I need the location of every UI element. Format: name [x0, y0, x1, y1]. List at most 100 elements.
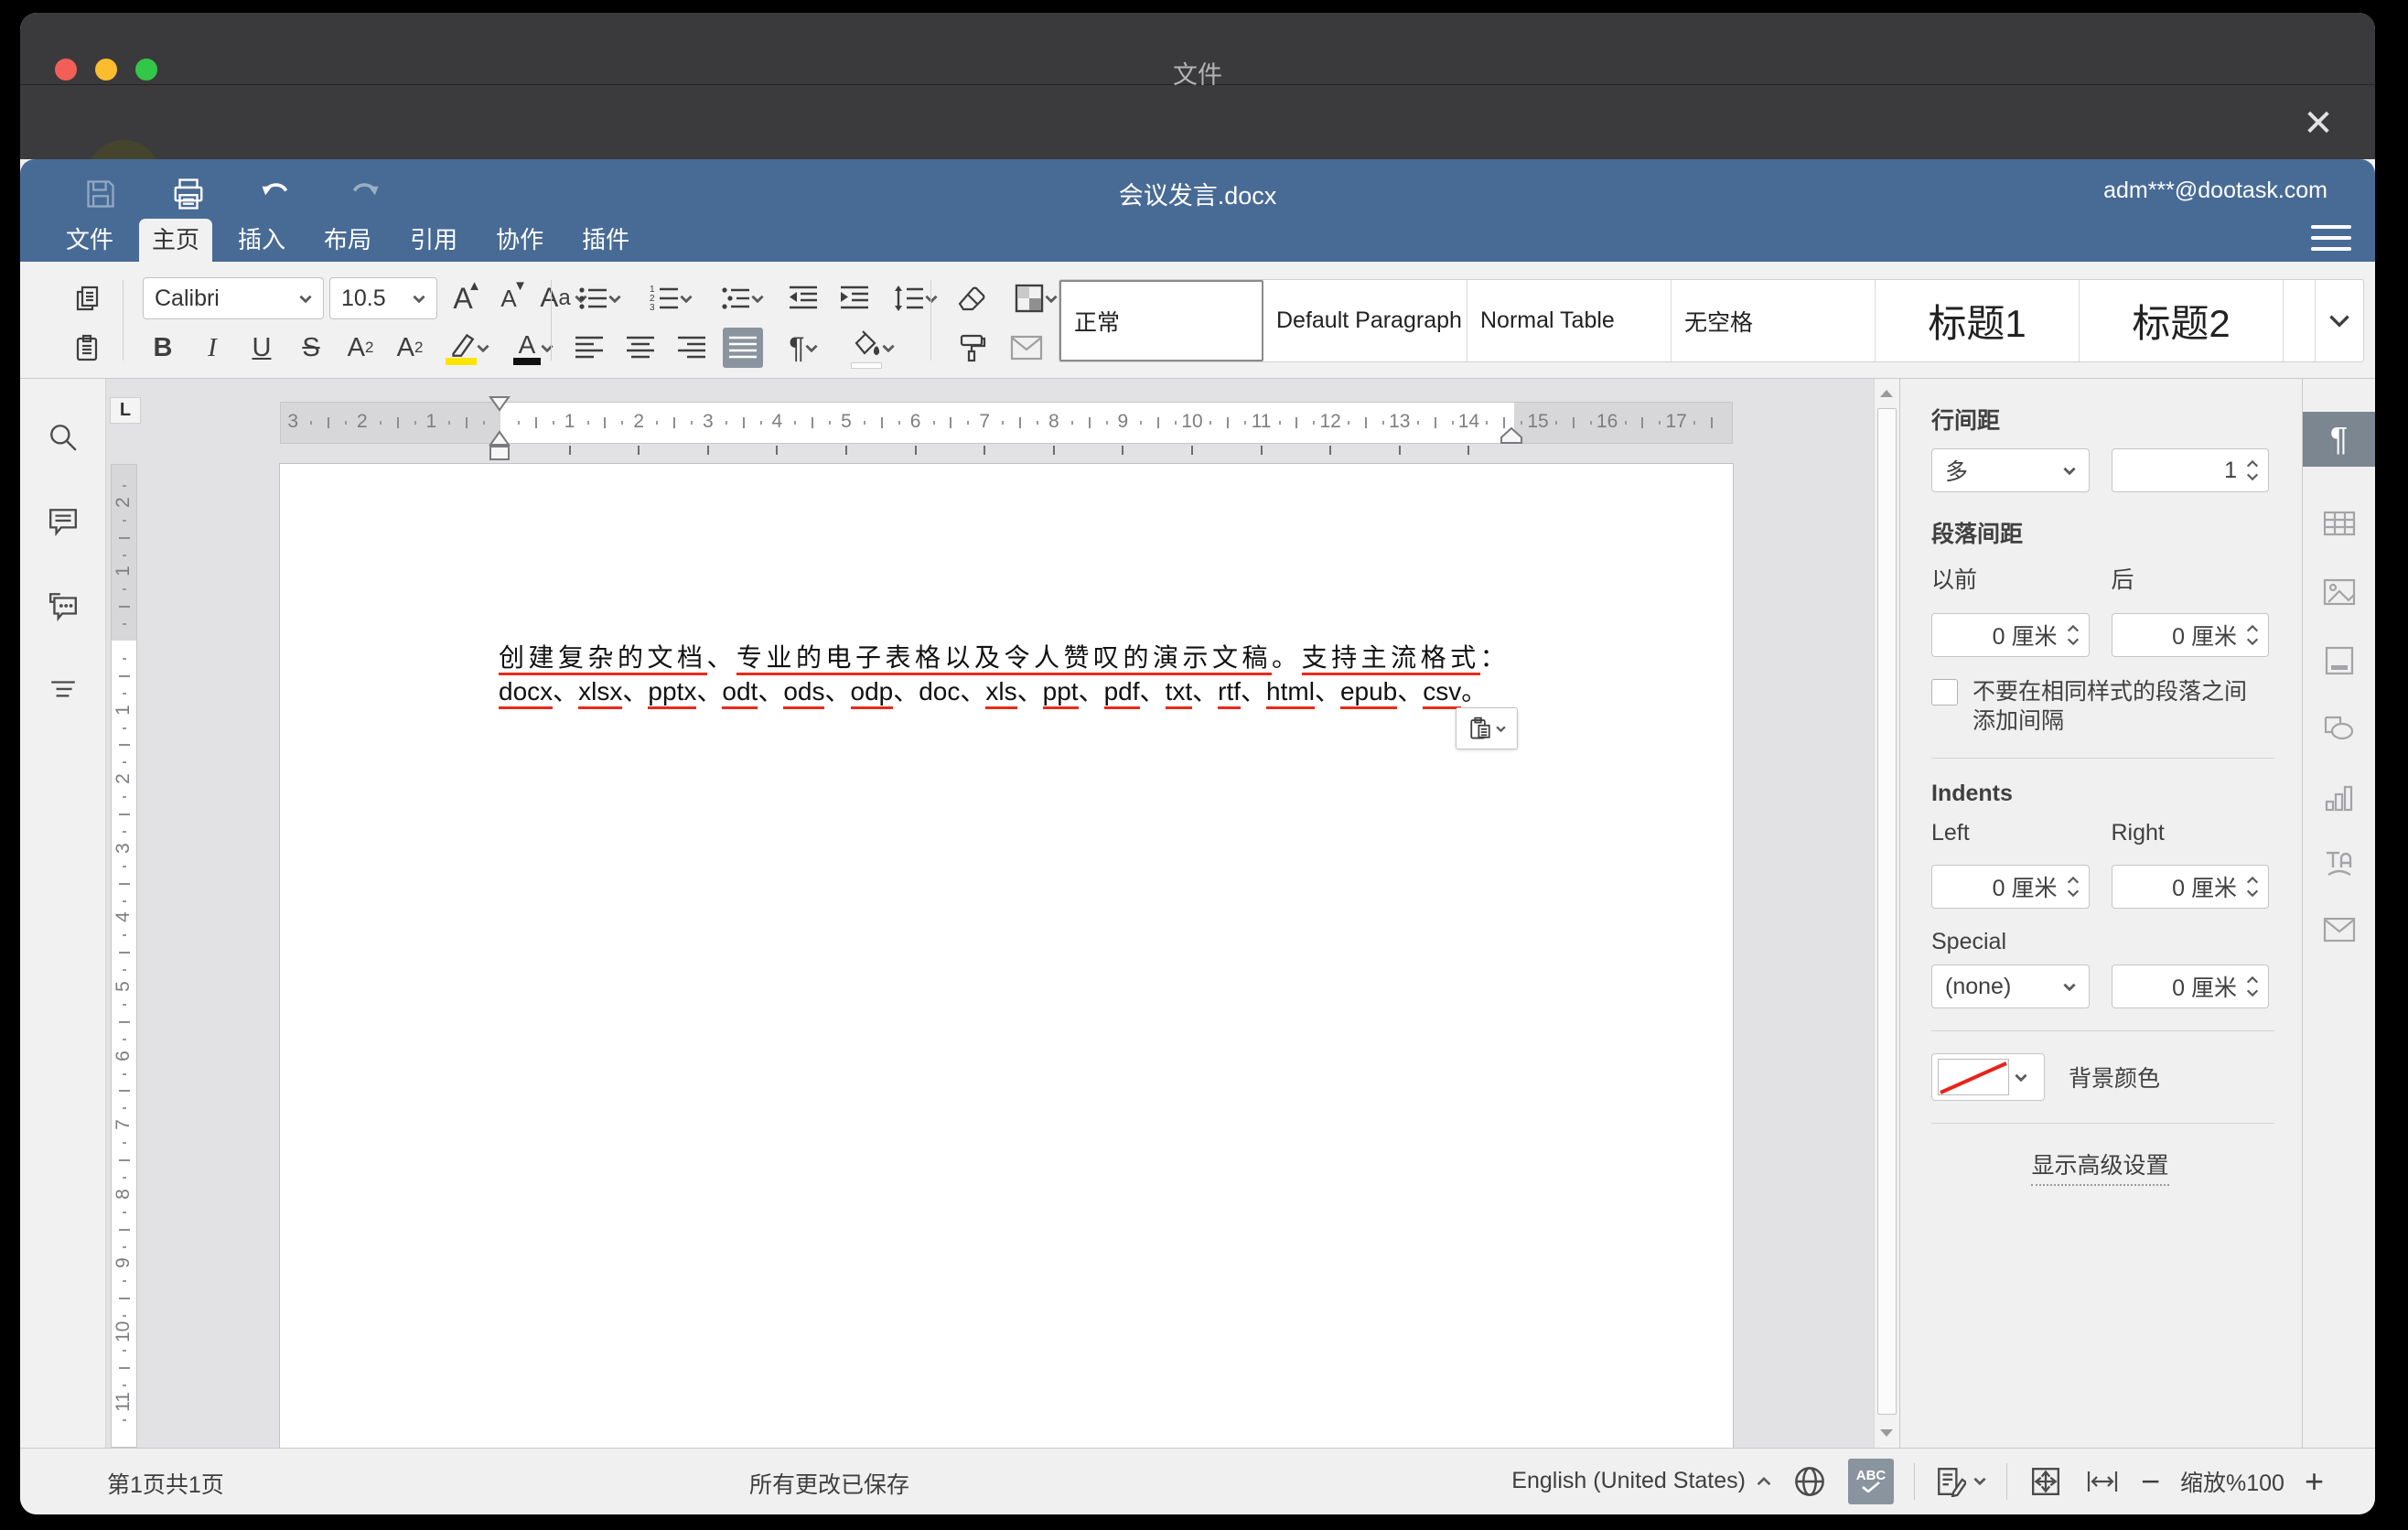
zoom-out-icon[interactable]: − [2141, 1465, 2160, 1498]
copy-style-roller-icon[interactable] [951, 328, 992, 368]
multilevel-list-icon[interactable] [712, 278, 772, 318]
gallery-expand-icon[interactable] [2316, 280, 2363, 361]
style-no-spacing[interactable]: 无空格 [1672, 280, 1876, 361]
indents-label: Indents [1931, 781, 2269, 807]
account-email[interactable]: adm***@dootask.com [2103, 178, 2327, 204]
tab-collaboration[interactable]: 协作 [483, 219, 556, 262]
paragraph-settings-icon[interactable]: ¶ [2303, 412, 2375, 467]
style-normal[interactable]: 正常 [1059, 280, 1263, 361]
ruler-tick [123, 866, 126, 867]
page-count-status[interactable]: 第1页共1页 [107, 1467, 224, 1500]
comment-icon[interactable] [41, 500, 85, 544]
image-settings-icon[interactable] [2303, 565, 2375, 620]
set-language-globe-icon[interactable] [1791, 1461, 1828, 1502]
bold-icon[interactable]: B [143, 328, 183, 368]
tab-layout[interactable]: 布局 [311, 219, 384, 262]
paste-icon[interactable] [68, 328, 108, 368]
table-shading-icon[interactable] [1006, 278, 1065, 318]
zoom-in-icon[interactable]: + [2305, 1465, 2324, 1498]
scrollbar-thumb[interactable] [1877, 408, 1897, 1415]
align-justify-icon[interactable] [723, 328, 763, 368]
ribbon-tabs: 文件 主页 插入 布局 引用 协作 插件 [53, 219, 642, 262]
line-spacing-type-select[interactable]: 多 [1931, 448, 2090, 492]
increase-font-icon[interactable]: A ▲ [443, 278, 483, 318]
underline-icon[interactable]: U [242, 328, 282, 368]
font-size-select[interactable]: 10.5 [329, 277, 437, 319]
scroll-down-icon[interactable] [1876, 1422, 1896, 1444]
no-space-between-checkbox[interactable] [1931, 679, 1958, 706]
special-by-spinner[interactable]: 0 厘米 [2112, 964, 2270, 1008]
align-center-icon[interactable] [620, 328, 661, 368]
document-text: 创建复杂的文档、专业的电子表格以及令人赞叹的演示文稿。支持主流格式： docx、… [499, 641, 1516, 708]
mail-merge-icon[interactable] [1006, 328, 1047, 368]
special-by-value: 0 厘米 [2172, 970, 2237, 1003]
highlight-color-icon[interactable] [439, 328, 496, 368]
increase-indent-icon[interactable] [834, 278, 875, 318]
scroll-up-icon[interactable] [1876, 382, 1896, 404]
style-heading1[interactable]: 标题1 [1876, 280, 2080, 361]
decrease-indent-icon[interactable] [783, 278, 823, 318]
fit-width-icon[interactable] [2084, 1461, 2121, 1502]
chart-settings-icon[interactable] [2303, 770, 2375, 825]
bullet-list-icon[interactable] [569, 278, 629, 318]
tab-plugins[interactable]: 插件 [569, 219, 642, 262]
style-normal-table[interactable]: Normal Table [1467, 280, 1672, 361]
zoom-level[interactable]: 缩放%100 [2180, 1465, 2284, 1498]
tab-stop-selector[interactable]: L [110, 397, 141, 424]
ruler-tick [1365, 417, 1367, 428]
ruler-tick [1295, 417, 1297, 428]
vertical-ruler[interactable]: 211234567891011 [111, 464, 137, 1448]
align-left-icon[interactable] [569, 328, 609, 368]
decrease-font-icon[interactable]: A ▼ [489, 278, 529, 318]
indent-left-spinner[interactable]: 0 厘米 [1931, 865, 2090, 909]
advanced-settings-link[interactable]: 显示高级设置 [2031, 1148, 2168, 1186]
navigation-icon[interactable] [41, 668, 85, 712]
document-page[interactable]: 创建复杂的文档、专业的电子表格以及令人赞叹的演示文稿。支持主流格式： docx、… [280, 464, 1733, 1448]
indent-marker[interactable] [486, 395, 513, 474]
track-changes-icon[interactable] [1935, 1461, 1986, 1502]
numbered-list-icon[interactable]: 123 [640, 278, 701, 318]
nonprinting-chars-icon[interactable]: ¶ [774, 328, 833, 368]
table-settings-icon[interactable] [2303, 496, 2375, 551]
language-select[interactable]: English (United States) [1511, 1461, 1771, 1502]
fit-page-icon[interactable] [2027, 1461, 2064, 1502]
vertical-scrollbar[interactable] [1874, 379, 1899, 1448]
tab-references[interactable]: 引用 [397, 219, 470, 262]
tab-insert[interactable]: 插入 [225, 219, 298, 262]
tab-home[interactable]: 主页 [139, 219, 212, 262]
left-sidebar [20, 379, 106, 1448]
textart-settings-icon[interactable] [2303, 836, 2375, 891]
background-color-swatch[interactable] [1931, 1053, 2045, 1101]
line-spacing-value-spinner[interactable]: 1 [2112, 448, 2270, 492]
right-indent-marker[interactable] [1500, 426, 1523, 445]
spacing-after-spinner[interactable]: 0 厘米 [2112, 613, 2270, 657]
chat-icon[interactable] [41, 584, 85, 628]
font-name-select[interactable]: Calibri [143, 277, 324, 319]
mailmerge-settings-icon[interactable] [2303, 902, 2375, 957]
spellcheck-icon[interactable]: ABC [1848, 1459, 1894, 1504]
subscript-icon[interactable]: A2 [390, 328, 430, 368]
clear-style-icon[interactable] [951, 278, 992, 318]
font-color-icon[interactable]: A [505, 328, 562, 368]
close-icon[interactable]: ✕ [2300, 105, 2337, 142]
special-select[interactable]: (none) [1931, 964, 2090, 1008]
text-run: 、 [1315, 677, 1340, 706]
align-right-icon[interactable] [672, 328, 712, 368]
italic-icon[interactable]: I [192, 328, 232, 368]
search-icon[interactable] [41, 415, 85, 459]
superscript-icon[interactable]: A2 [340, 328, 381, 368]
shape-settings-icon[interactable] [2303, 702, 2375, 757]
paste-options-button[interactable] [1456, 707, 1518, 749]
hamburger-menu-icon[interactable] [2311, 220, 2351, 256]
strikethrough-icon[interactable]: S [291, 328, 331, 368]
line-spacing-icon[interactable] [886, 278, 946, 318]
shading-bucket-icon[interactable] [844, 328, 902, 368]
text-run: ： [1480, 643, 1510, 672]
spacing-before-spinner[interactable]: 0 厘米 [1931, 613, 2090, 657]
headerfooter-settings-icon[interactable] [2303, 633, 2375, 688]
indent-right-spinner[interactable]: 0 厘米 [2112, 865, 2270, 909]
style-default-paragraph[interactable]: Default Paragraph [1263, 280, 1467, 361]
style-heading2[interactable]: 标题2 [2080, 280, 2284, 361]
copy-icon[interactable] [68, 278, 108, 318]
tab-file[interactable]: 文件 [53, 219, 126, 262]
